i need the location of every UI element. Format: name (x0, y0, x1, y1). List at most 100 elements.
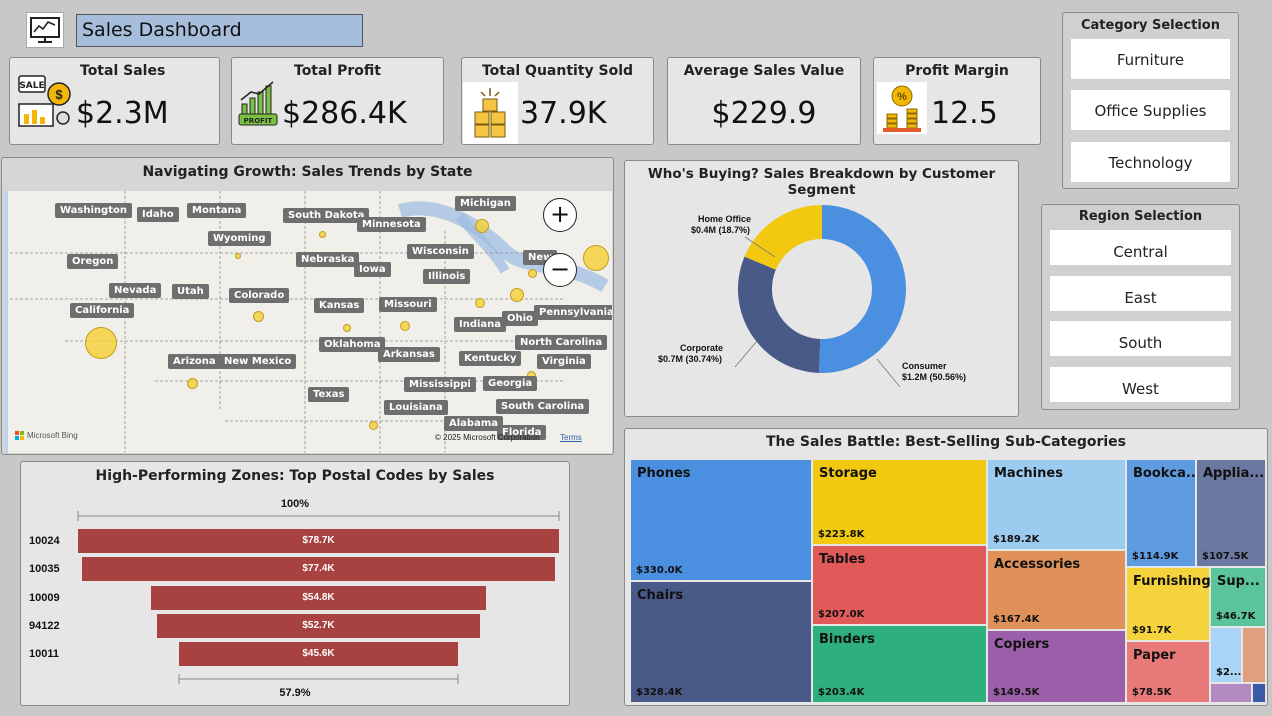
treemap-tile-copiers[interactable]: Copiers $149.5K (988, 631, 1125, 702)
state-label: Utah (172, 284, 209, 299)
treemap-tile-tables[interactable]: Tables $207.0K (813, 546, 986, 624)
sales-bubble[interactable] (343, 324, 351, 332)
funnel-category-label: 10024 (29, 535, 60, 547)
sales-bubble[interactable] (253, 311, 264, 322)
svg-text:$: $ (55, 87, 63, 102)
svg-text:PROFIT: PROFIT (244, 117, 273, 125)
region-option-central[interactable]: Central (1049, 229, 1232, 266)
sales-bubble[interactable] (369, 421, 378, 430)
category-option-technology[interactable]: Technology (1070, 141, 1231, 183)
treemap-tile-supplies[interactable]: Sup... $46.7K (1211, 568, 1265, 626)
treemap-tile-small[interactable] (1253, 684, 1265, 702)
funnel-top-pct: 100% (280, 498, 310, 510)
treemap-tile-machines[interactable]: Machines $189.2K (988, 460, 1125, 549)
sales-bubble[interactable] (187, 378, 198, 389)
state-label: Ohio (502, 311, 538, 326)
kpi-total-quantity: Total Quantity Sold 37.9K (461, 57, 654, 145)
state-label: Idaho (137, 207, 179, 222)
treemap-tile-small[interactable] (1243, 628, 1265, 682)
state-label: Colorado (229, 288, 290, 303)
sales-bubble[interactable] (85, 327, 117, 359)
sales-bubble[interactable] (583, 245, 609, 271)
treemap-tile-appliances[interactable]: Applia... $107.5K (1197, 460, 1265, 566)
state-label: Montana (187, 203, 247, 218)
state-label: Oklahoma (319, 337, 386, 352)
sales-bubble[interactable] (475, 298, 485, 308)
donut-slice-corporate[interactable] (738, 256, 821, 373)
tile-value: $2... (1216, 667, 1242, 678)
sales-bubble[interactable] (528, 269, 537, 278)
sales-bubble[interactable] (510, 288, 524, 302)
treemap-tile-bookcases[interactable]: Bookca... $114.9K (1127, 460, 1201, 566)
funnel-category-label: 10035 (29, 563, 60, 575)
tile-name: Paper (1133, 648, 1176, 663)
treemap-tile-envelopes[interactable]: $2... (1211, 628, 1241, 682)
kpi-value: $229.9 (711, 96, 817, 131)
slicer-title: Region Selection (1078, 209, 1203, 224)
tile-value: $223.8K (818, 529, 865, 540)
treemap-tile-small[interactable] (1211, 684, 1251, 702)
kpi-value: $286.4K (282, 96, 407, 131)
tile-name: Sup... (1217, 574, 1260, 589)
zoom-in-button[interactable]: + (543, 198, 577, 232)
donut-slice-consumer[interactable] (819, 205, 906, 373)
donut-leader-line (876, 358, 901, 388)
funnel-bar[interactable]: $77.4K (81, 557, 556, 581)
treemap-card: The Sales Battle: Best-Selling Sub-Categ… (624, 428, 1268, 706)
bing-attribution: Microsoft Bing (15, 431, 78, 440)
state-label: South Carolina (496, 399, 590, 414)
treemap-title: The Sales Battle: Best-Selling Sub-Categ… (766, 434, 1126, 450)
state-label: Indiana (454, 317, 507, 332)
zoom-out-button[interactable]: − (543, 253, 577, 287)
tile-value: $189.2K (993, 534, 1040, 545)
region-option-south[interactable]: South (1049, 320, 1232, 357)
region-option-west[interactable]: West (1049, 366, 1232, 403)
treemap-tile-accessories[interactable]: Accessories $167.4K (988, 551, 1125, 629)
segment-name: Home Office (698, 214, 752, 224)
map-canvas[interactable]: Washington Idaho Montana South Dakota Mi… (5, 191, 612, 453)
map-terms-link[interactable]: Terms (560, 433, 582, 442)
tile-value: $203.4K (818, 687, 865, 698)
treemap-tile-paper[interactable]: Paper $78.5K (1127, 642, 1209, 702)
kpi-profit-margin: Profit Margin % 12.5 (873, 57, 1041, 145)
funnel-bar[interactable]: $52.7K (157, 614, 480, 638)
tile-name: Machines (994, 466, 1063, 481)
donut-slice-home-office[interactable] (744, 205, 822, 270)
sales-bubble[interactable] (475, 219, 489, 233)
tile-value: $330.0K (636, 565, 683, 576)
map-title: Navigating Growth: Sales Trends by State (142, 164, 473, 180)
slicer-title: Category Selection (1080, 18, 1220, 33)
monitor-chart-icon (30, 17, 60, 43)
treemap-tile-furnishings[interactable]: Furnishings $91.7K (1127, 568, 1218, 640)
state-label: Arizona (168, 354, 221, 369)
state-label: Minnesota (357, 217, 426, 232)
state-label: Illinois (423, 269, 471, 284)
state-label: Kansas (314, 298, 365, 313)
state-label: Washington (55, 203, 132, 218)
region-option-east[interactable]: East (1049, 275, 1232, 312)
category-option-furniture[interactable]: Furniture (1070, 38, 1231, 80)
tile-value: $207.0K (818, 609, 865, 620)
sales-bubble[interactable] (400, 321, 410, 331)
kpi-value: 37.9K (520, 96, 607, 131)
funnel-bar[interactable]: $54.8K (151, 586, 486, 610)
state-label: Iowa (354, 262, 391, 277)
sales-bubble[interactable] (235, 253, 241, 259)
funnel-bottom-bracket (178, 674, 459, 684)
treemap-tile-storage[interactable]: Storage $223.8K (813, 460, 986, 544)
funnel-category-label: 94122 (29, 620, 60, 632)
state-label: Nevada (109, 283, 162, 298)
state-label: Georgia (483, 376, 538, 391)
treemap-tile-chairs[interactable]: Chairs $328.4K (631, 582, 811, 702)
svg-text:%: % (897, 91, 907, 103)
treemap-tile-phones[interactable]: Phones $330.0K (631, 460, 811, 580)
category-option-office-supplies[interactable]: Office Supplies (1070, 89, 1231, 131)
funnel-bar[interactable]: $45.6K (179, 642, 458, 666)
funnel-card: High-Performing Zones: Top Postal Codes … (20, 461, 570, 706)
treemap-tile-binders[interactable]: Binders $203.4K (813, 626, 986, 702)
funnel-bar[interactable]: $78.7K (78, 529, 559, 553)
kpi-total-sales: Total Sales SALE $ $2.3M (9, 57, 220, 145)
state-label: Virginia (537, 354, 591, 369)
sales-bubble[interactable] (319, 231, 326, 238)
kpi-label: Profit Margin (905, 63, 1009, 79)
